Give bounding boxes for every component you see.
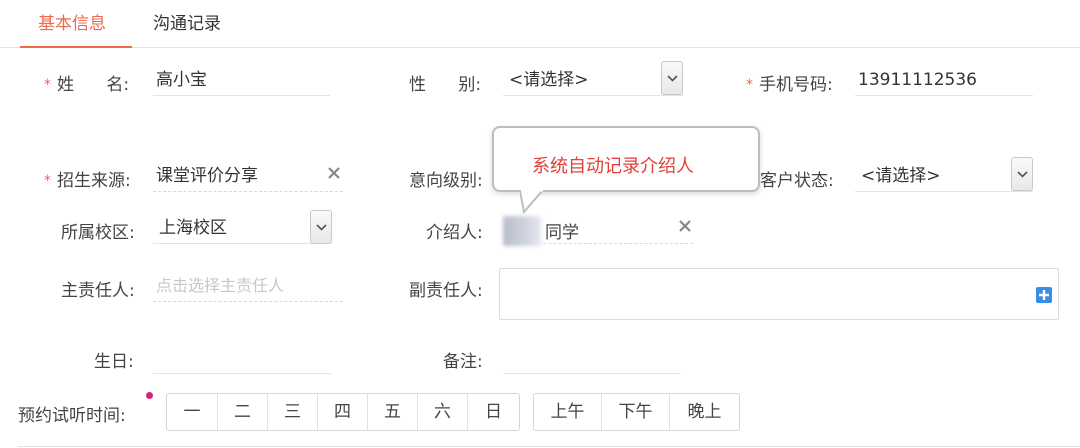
close-icon[interactable] — [678, 219, 692, 233]
birthday-label: 生日: — [94, 352, 134, 372]
referrer-value: 同学 — [545, 223, 579, 243]
remark-label: 备注: — [443, 352, 483, 372]
campus-select-value: 上海校区 — [159, 218, 227, 238]
required-dot — [146, 392, 153, 399]
weekday-button[interactable]: 四 — [318, 394, 368, 430]
required-mark: * — [44, 77, 51, 93]
weekday-button[interactable]: 日 — [468, 394, 519, 430]
intent-level-label: 意向级别: — [409, 171, 483, 191]
tab-basic-info[interactable]: 基本信息 — [20, 12, 132, 48]
source-label: 招生来源: — [57, 171, 131, 191]
referrer-tooltip: 系统自动记录介绍人 — [492, 126, 760, 192]
chevron-down-icon — [1017, 171, 1028, 178]
tab-bar: 基本信息 沟通记录 — [0, 0, 1080, 48]
weekday-button[interactable]: 五 — [368, 394, 418, 430]
weekday-button[interactable]: 三 — [268, 394, 318, 430]
period-selector: 上午 下午 晚上 — [533, 393, 740, 431]
source-input[interactable]: 课堂评价分享 — [153, 162, 343, 192]
co-owner-input[interactable] — [499, 268, 1059, 320]
phone-input[interactable]: 13911112536 — [855, 66, 1033, 96]
customer-status-label: 客户状态: — [760, 171, 834, 191]
gender-select-button[interactable] — [661, 61, 683, 95]
gender-select-value: <请选择> — [509, 70, 589, 90]
close-icon[interactable] — [327, 166, 341, 180]
gender-select[interactable]: <请选择> — [503, 66, 683, 96]
chevron-down-icon — [316, 224, 327, 231]
required-mark: * — [746, 77, 753, 93]
gender-label: 性 别: — [409, 75, 482, 95]
birthday-input[interactable] — [153, 344, 331, 374]
plus-icon — [1039, 290, 1049, 300]
customer-status-select[interactable]: <请选择> — [855, 162, 1033, 192]
tooltip-text: 系统自动记录介绍人 — [532, 156, 694, 177]
period-button-morning[interactable]: 上午 — [534, 394, 602, 430]
trial-time-label: 预约试听时间: — [18, 406, 126, 426]
referrer-avatar — [503, 216, 541, 246]
weekday-button[interactable]: 一 — [167, 394, 218, 430]
phone-label: 手机号码: — [759, 75, 833, 95]
period-button-afternoon[interactable]: 下午 — [602, 394, 670, 430]
weekday-button[interactable]: 六 — [418, 394, 468, 430]
referrer-label: 介绍人: — [426, 223, 483, 243]
weekday-selector: 一 二 三 四 五 六 日 — [166, 393, 520, 431]
chevron-down-icon — [667, 75, 678, 82]
owner-placeholder: 点击选择主责任人 — [156, 276, 285, 295]
campus-select[interactable]: 上海校区 — [153, 214, 331, 244]
weekday-button[interactable]: 二 — [218, 394, 268, 430]
owner-input[interactable]: 点击选择主责任人 — [153, 272, 343, 302]
required-mark: * — [44, 173, 51, 189]
add-co-owner-button[interactable] — [1036, 287, 1052, 303]
remark-input[interactable] — [503, 344, 681, 374]
divider — [18, 446, 1080, 447]
tooltip-tail — [520, 190, 543, 214]
customer-status-select-button[interactable] — [1011, 157, 1033, 191]
name-label: 姓 名: — [57, 75, 130, 95]
period-button-evening[interactable]: 晚上 — [670, 394, 739, 430]
co-owner-label: 副责任人: — [409, 281, 483, 301]
campus-label: 所属校区: — [61, 223, 135, 243]
customer-status-select-value: <请选择> — [861, 166, 941, 186]
campus-select-button[interactable] — [310, 210, 332, 244]
tab-communication-log[interactable]: 沟通记录 — [153, 12, 221, 48]
name-input[interactable]: 高小宝 — [153, 66, 330, 96]
owner-label: 主责任人: — [61, 281, 135, 301]
